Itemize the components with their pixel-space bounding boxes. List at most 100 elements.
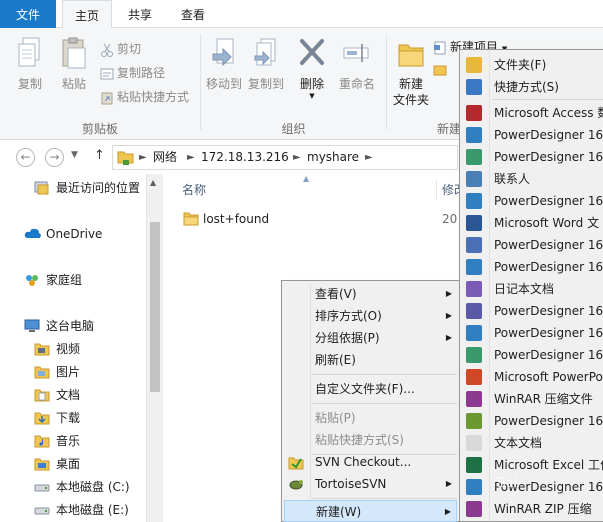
- submenu-item[interactable]: Microsoft PowerPo: [460, 366, 603, 388]
- menu-item-tortoisesvn[interactable]: TortoiseSVN ▶: [284, 473, 457, 495]
- navigation-pane: 最近访问的位置 OneDrive 家庭组 这台电脑 视频 图片 文档 下载 音乐…: [0, 174, 163, 522]
- powerdesigner-icon: [466, 259, 482, 275]
- new-folder-button[interactable]: 新建 文件夹: [389, 36, 433, 108]
- copy-to-button[interactable]: 复制到: [245, 36, 287, 92]
- submenu-item[interactable]: PowerDesigner 16: [460, 344, 603, 366]
- cut-button[interactable]: 剪切: [100, 38, 141, 60]
- up-button[interactable]: ↑: [94, 148, 105, 163]
- desktop-folder-icon: [34, 458, 50, 471]
- submenu-item[interactable]: 联系人: [460, 168, 603, 190]
- submenu-item[interactable]: 文件夹(F): [460, 54, 603, 76]
- column-header-name[interactable]: 名称: [182, 181, 206, 198]
- submenu-item-label: Microsoft PowerPo: [494, 370, 603, 384]
- menu-item-view[interactable]: 查看(V) ▶: [284, 283, 457, 305]
- submenu-item-label: WinRAR 压缩文件: [494, 392, 593, 406]
- copy-path-label: 复制路径: [117, 66, 166, 80]
- breadcrumb-separator-icon[interactable]: ►: [187, 146, 195, 169]
- paste-shortcut-label: 粘贴快捷方式: [117, 90, 190, 104]
- scrollbar-thumb[interactable]: [150, 222, 160, 392]
- submenu-item[interactable]: WinRAR ZIP 压缩: [460, 498, 603, 520]
- easy-access-button[interactable]: [433, 58, 450, 80]
- tab-share[interactable]: 共享: [116, 0, 164, 28]
- submenu-item-label: PowerDesigner 16: [494, 260, 603, 274]
- menu-item-paste-shortcut[interactable]: 粘贴快捷方式(S): [284, 429, 457, 451]
- submenu-item[interactable]: 快捷方式(S): [460, 76, 603, 98]
- context-menu: 查看(V) ▶ 排序方式(O) ▶ 分组依据(P) ▶ 刷新(E) 自定义文件夹(F)…: [281, 280, 460, 522]
- recent-locations-dropdown-icon[interactable]: ▼: [71, 150, 78, 160]
- breadcrumb-separator-icon[interactable]: ►: [139, 146, 147, 169]
- submenu-arrow-icon: ▶: [445, 333, 452, 342]
- submenu-item[interactable]: PowerDesigner 16: [460, 234, 603, 256]
- svn-checkout-icon: [288, 457, 304, 470]
- submenu-item[interactable]: 日记本文档: [460, 278, 603, 300]
- submenu-arrow-icon: ▶: [445, 479, 452, 488]
- menu-item-label: 新建(W): [316, 505, 362, 519]
- nav-item-label: 桌面: [56, 457, 81, 471]
- back-arrow-icon: ←: [20, 150, 31, 164]
- ribbon-tab-bar: 文件 主页 共享 查看: [0, 0, 603, 29]
- column-divider[interactable]: [436, 180, 437, 200]
- breadcrumb-network[interactable]: 网络: [153, 146, 177, 169]
- hard-drive-icon: [34, 507, 50, 515]
- delete-dropdown-icon[interactable]: ▼: [295, 92, 329, 100]
- documents-folder-icon: [34, 389, 50, 402]
- copy-path-button[interactable]: 复制路径: [100, 62, 165, 84]
- menu-item-svn-checkout[interactable]: SVN Checkout...: [284, 451, 457, 473]
- menu-item-sort-by[interactable]: 排序方式(O) ▶: [284, 305, 457, 327]
- submenu-item-label: 文件夹(F): [494, 58, 547, 72]
- powerdesigner-icon: [466, 149, 482, 165]
- submenu-item[interactable]: PowerDesigner 16: [460, 256, 603, 278]
- new-folder-label-line2: 文件夹: [392, 93, 429, 107]
- paste-shortcut-button[interactable]: 粘贴快捷方式: [100, 86, 189, 108]
- cut-label: 剪切: [117, 42, 142, 56]
- scroll-up-arrow-icon[interactable]: ▲: [150, 178, 156, 187]
- menu-item-label: 粘贴(P): [315, 411, 356, 425]
- breadcrumb-host[interactable]: 172.18.13.216: [201, 146, 289, 169]
- breadcrumb-share[interactable]: myshare: [307, 146, 359, 169]
- submenu-item[interactable]: PowerDesigner 16: [460, 476, 603, 498]
- address-bar[interactable]: ► 网络 ► 172.18.13.216 ► myshare ►: [112, 145, 458, 170]
- menu-item-group-by[interactable]: 分组依据(P) ▶: [284, 327, 457, 349]
- tab-home[interactable]: 主页: [62, 0, 112, 29]
- submenu-item[interactable]: PowerDesigner 16: [460, 410, 603, 432]
- tab-view[interactable]: 查看: [168, 0, 218, 28]
- submenu-item[interactable]: PowerDesigner 16: [460, 190, 603, 212]
- submenu-arrow-icon: ▶: [445, 289, 452, 298]
- breadcrumb-separator-icon[interactable]: ►: [293, 146, 301, 169]
- menu-item-new[interactable]: 新建(W) ▶: [284, 500, 457, 522]
- copy-button[interactable]: 复制: [10, 36, 50, 92]
- move-to-button[interactable]: 移动到: [203, 36, 245, 92]
- new-submenu: 文件夹(F) 快捷方式(S) Microsoft Access 数 PowerDesi…: [459, 49, 603, 522]
- nav-item-label: 家庭组: [46, 273, 83, 287]
- breadcrumb-separator-icon[interactable]: ►: [365, 146, 373, 169]
- new-folder-icon: [398, 44, 424, 67]
- back-button[interactable]: ←: [16, 148, 35, 167]
- winrar-zip-icon: [466, 501, 482, 517]
- submenu-item[interactable]: PowerDesigner 16: [460, 146, 603, 168]
- submenu-item-label: PowerDesigner 16: [494, 348, 603, 362]
- submenu-item[interactable]: PowerDesigner 16: [460, 124, 603, 146]
- nav-item-label: 图片: [56, 365, 81, 379]
- submenu-item[interactable]: WinRAR 压缩文件: [460, 388, 603, 410]
- submenu-item[interactable]: PowerDesigner 16: [460, 300, 603, 322]
- submenu-item[interactable]: Microsoft Access 数: [460, 102, 603, 124]
- submenu-item[interactable]: Microsoft Word 文: [460, 212, 603, 234]
- tab-file[interactable]: 文件: [0, 0, 56, 28]
- paste-button[interactable]: 粘贴: [54, 36, 94, 92]
- submenu-item[interactable]: 文本文档: [460, 432, 603, 454]
- rename-button[interactable]: 重命名: [335, 36, 379, 92]
- winrar-icon: [466, 391, 482, 407]
- submenu-item[interactable]: Microsoft Excel 工作: [460, 454, 603, 476]
- navigation-scrollbar[interactable]: ▲: [146, 174, 163, 522]
- menu-item-customize-folder[interactable]: 自定义文件夹(F)...: [284, 378, 457, 400]
- submenu-item-label: 快捷方式(S): [494, 80, 559, 94]
- paste-shortcut-icon: [101, 92, 113, 104]
- submenu-item[interactable]: PowerDesigner 16: [460, 322, 603, 344]
- forward-button[interactable]: →: [45, 148, 64, 167]
- submenu-arrow-icon: ▶: [445, 311, 452, 320]
- organize-group-label: 组织: [281, 122, 306, 136]
- delete-button[interactable]: 删除 ▼: [295, 36, 329, 100]
- rename-label: 重命名: [338, 77, 375, 91]
- menu-item-refresh[interactable]: 刷新(E): [284, 349, 457, 371]
- menu-item-paste[interactable]: 粘贴(P): [284, 407, 457, 429]
